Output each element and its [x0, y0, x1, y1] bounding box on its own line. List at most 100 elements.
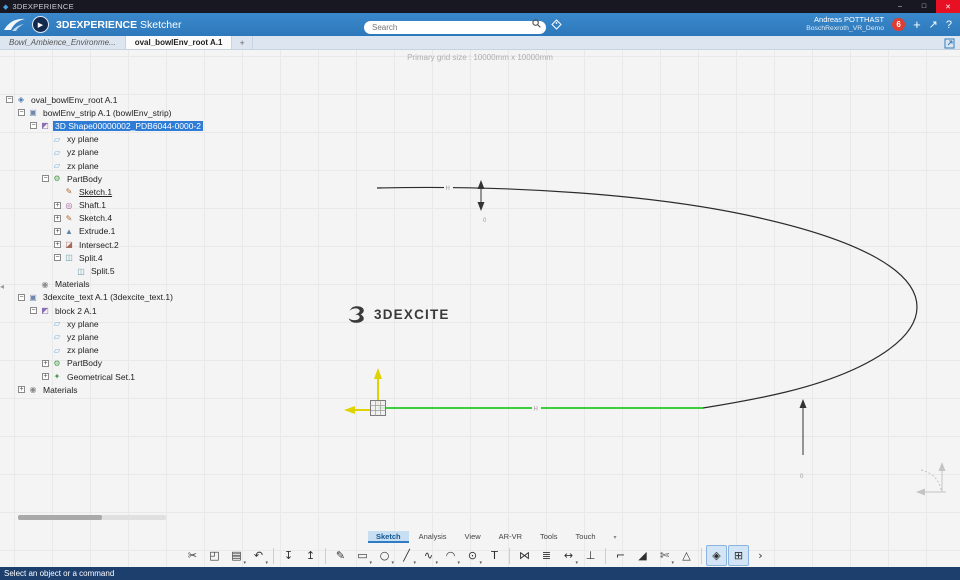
corner-button[interactable]: ⌐ [610, 545, 631, 566]
tree-expander-icon[interactable]: + [42, 359, 49, 367]
maximize-button[interactable]: □ [912, 0, 936, 13]
tree-expander-icon[interactable]: − [42, 175, 49, 183]
snap-to-point-button[interactable]: ◈ [706, 545, 727, 566]
arc-icon: ◠ [445, 549, 456, 562]
add-content-button[interactable]: + [913, 17, 921, 32]
notification-badge[interactable]: 6 [892, 18, 906, 31]
tree-item-materials[interactable]: + ◉ Materials [6, 383, 203, 396]
tree-expander-icon[interactable]: − [54, 254, 61, 262]
tabs-collapse-chevron-icon[interactable]: ▾ [614, 534, 617, 541]
line-button[interactable]: ╱ ▾ [396, 545, 417, 566]
collapse-panel-icon[interactable]: ◂ [0, 282, 4, 291]
mirror-button[interactable]: ⋈ [514, 545, 535, 566]
tree-expander-icon[interactable]: − [30, 122, 37, 130]
tree-item-yz-plane[interactable]: ▱ yz plane [6, 146, 203, 159]
point-button[interactable]: ⊙ ▾ [462, 545, 483, 566]
tree-item-split-4[interactable]: − ◫ Split.4 [6, 251, 203, 264]
share-icon[interactable]: ↗ [929, 18, 938, 31]
workbench-tab-sketch[interactable]: Sketch [368, 531, 409, 543]
horizontal-scrollbar[interactable] [18, 515, 166, 520]
design-canvas[interactable]: Primary grid size : 10000mm x 10000mm H … [0, 50, 960, 567]
copy-button[interactable]: ◰ [204, 545, 225, 566]
sketch-curve[interactable] [376, 186, 918, 409]
tree-item-sketch-1[interactable]: ✎ Sketch.1 [6, 185, 203, 198]
scrollbar-thumb[interactable] [18, 515, 102, 520]
tree-item-3d-shape00000002-pdb6044-0000-[interactable]: − ◩ 3D Shape00000002_PDB6044-0000-2 [6, 119, 204, 132]
expand-panel-icon[interactable] [944, 38, 955, 49]
tree-item-split-5[interactable]: ◫ Split.5 [6, 264, 203, 277]
tree-item-label: oval_bowlEnv_root A.1 [31, 94, 118, 105]
tree-item-materials[interactable]: ◉ Materials [6, 278, 203, 291]
undo-button[interactable]: ↶ ▾ [248, 545, 269, 566]
constraint-button[interactable]: ⊥ [580, 545, 601, 566]
trim-button[interactable]: ✄ ▾ [654, 545, 675, 566]
rectangle-button[interactable]: ▭ ▾ [352, 545, 373, 566]
tree-expander-icon[interactable]: − [6, 96, 13, 104]
tree-item-block-2-a-1[interactable]: − ◩ block 2 A.1 [6, 304, 203, 317]
export-button[interactable]: ↥ [300, 545, 321, 566]
product-icon: ▣ [29, 292, 37, 302]
minimize-button[interactable]: – [888, 0, 912, 13]
tree-expander-icon[interactable]: − [18, 109, 25, 117]
dimension-button[interactable]: ↔ ▾ [558, 545, 579, 566]
analysis-button[interactable]: △ [676, 545, 697, 566]
exit-app-button[interactable]: ↧ [278, 545, 299, 566]
tree-expander-icon[interactable]: + [54, 201, 61, 209]
paste-button[interactable]: ▤ ▾ [226, 545, 247, 566]
tree-item-xy-plane[interactable]: ▱ xy plane [6, 133, 203, 146]
tree-item-bowlenv-strip-a-1-bowlenv-stri[interactable]: − ▣ bowlEnv_strip A.1 (bowlEnv_strip) [6, 106, 203, 119]
tree-item-extrude-1[interactable]: + ▲ Extrude.1 [6, 225, 203, 238]
tree-item-xy-plane[interactable]: ▱ xy plane [6, 317, 203, 330]
circle-button[interactable]: ○ ▾ [374, 545, 395, 566]
tree-item-zx-plane[interactable]: ▱ zx plane [6, 159, 203, 172]
origin-marker[interactable] [370, 400, 386, 416]
profile-button[interactable]: ✎ [330, 545, 351, 566]
doc-tab-bowl-ambience-environme-[interactable]: Bowl_Ambience_Environme... [0, 36, 126, 49]
dimension-top[interactable]: 0 [477, 180, 488, 224]
tree-item-yz-plane[interactable]: ▱ yz plane [6, 330, 203, 343]
arc-button[interactable]: ◠ ▾ [440, 545, 461, 566]
3dexperience-compass-icon[interactable]: ▶ [32, 16, 49, 33]
doc-tab-oval-bowlenv-root-a-1[interactable]: oval_bowlEnv_root A.1 [125, 36, 233, 49]
tree-item-partbody[interactable]: + ⚙ PartBody [6, 357, 203, 370]
tree-expander-icon[interactable]: + [18, 386, 25, 394]
tree-item-partbody[interactable]: − ⚙ PartBody [6, 172, 203, 185]
offset-button[interactable]: ≣ [536, 545, 557, 566]
search-icon[interactable] [532, 19, 541, 28]
tree-item-shaft-1[interactable]: + ◎ Shaft.1 [6, 199, 203, 212]
tree-expander-icon[interactable]: + [54, 241, 61, 249]
workbench-tab-touch[interactable]: Touch [568, 531, 604, 543]
new-tab-button[interactable]: + [232, 36, 253, 49]
tree-item-zx-plane[interactable]: ▱ zx plane [6, 344, 203, 357]
dimension-right[interactable]: 0 [799, 399, 807, 480]
sketch-grid-button[interactable]: ⊞ [728, 545, 749, 566]
workbench-tab-ar-vr[interactable]: AR-VR [491, 531, 530, 543]
tree-item-sketch-4[interactable]: + ✎ Sketch.4 [6, 212, 203, 225]
tree-expander-icon[interactable]: + [54, 214, 61, 222]
tree-item-oval-bowlenv-root-a-1[interactable]: − ◈ oval_bowlEnv_root A.1 [6, 93, 203, 106]
tree-expander-icon[interactable]: − [30, 307, 37, 315]
close-button[interactable]: ✕ [936, 0, 960, 13]
text-button[interactable]: T [484, 545, 505, 566]
tree-item-geometrical-set-1[interactable]: + ✦ Geometrical Set.1 [6, 370, 203, 383]
spline-button[interactable]: ∿ ▾ [418, 545, 439, 566]
3ds-swoosh-icon[interactable] [2, 16, 28, 33]
help-icon[interactable]: ? [946, 19, 952, 31]
user-block[interactable]: Andreas POTTHAST BoschRexroth_VR_Demo [806, 16, 884, 32]
more-tools-button[interactable]: › [750, 545, 771, 566]
search-input[interactable] [364, 21, 546, 34]
sketch-icon: ✎ [65, 213, 73, 223]
tree-item-intersect-2[interactable]: + ◪ Intersect.2 [6, 238, 203, 251]
tree-expander-icon[interactable]: + [42, 373, 49, 381]
tag-icon[interactable] [551, 19, 562, 30]
tree-expander-icon[interactable]: − [18, 293, 25, 301]
tree-item-3dexcite-text-a-1-3dexcite-tex[interactable]: − ▣ 3dexcite_text A.1 (3dexcite_text.1) [6, 291, 203, 304]
app-title-name: Sketcher [137, 18, 182, 31]
workbench-tab-view[interactable]: View [457, 531, 489, 543]
tree-expander-icon[interactable]: + [54, 227, 61, 235]
workbench-tab-tools[interactable]: Tools [532, 531, 566, 543]
workbench-tab-analysis[interactable]: Analysis [411, 531, 455, 543]
tree-item-label: PartBody [67, 173, 102, 184]
chamfer-button[interactable]: ◢ [632, 545, 653, 566]
cut-button[interactable]: ✂ [182, 545, 203, 566]
